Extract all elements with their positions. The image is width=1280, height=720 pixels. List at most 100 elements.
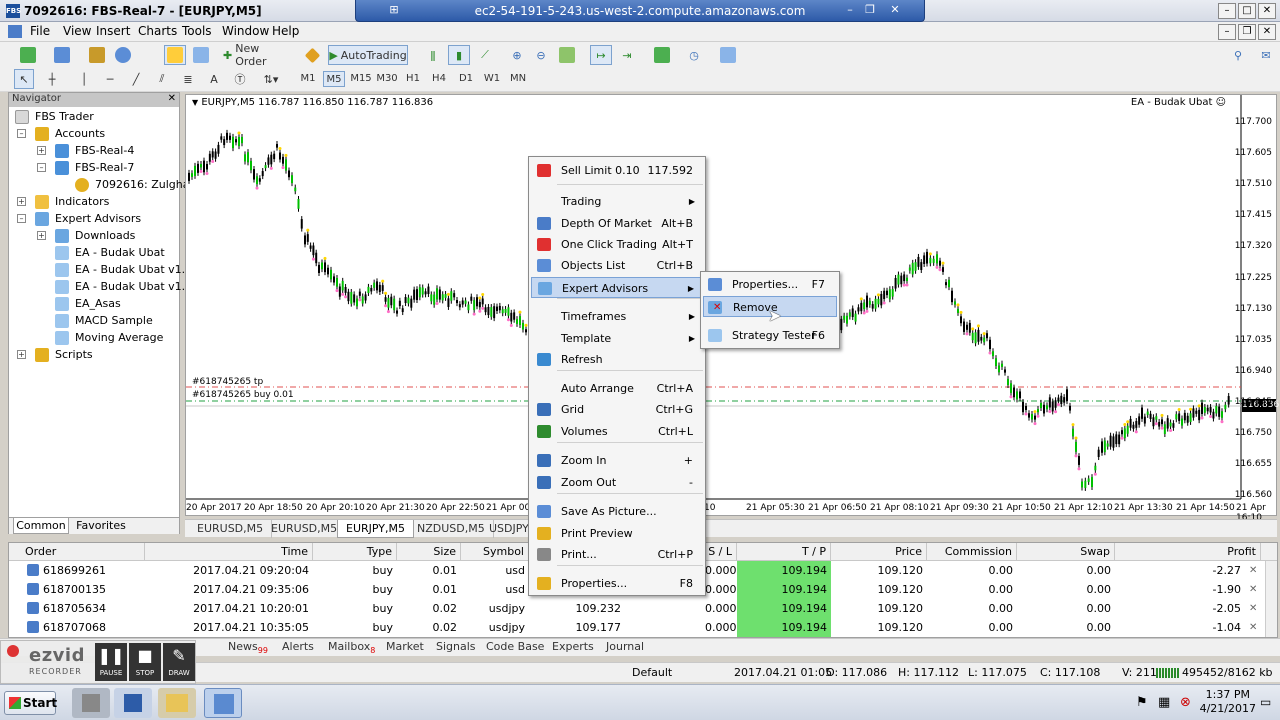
menu-print-preview[interactable]: Print Preview: [531, 523, 703, 544]
text-tool[interactable]: A: [204, 69, 224, 89]
periods-button[interactable]: ◷: [680, 45, 708, 65]
collapse-icon[interactable]: –: [17, 129, 26, 138]
taskbar-powershell[interactable]: [114, 688, 152, 718]
tf-m15[interactable]: M15: [349, 71, 373, 87]
profiles-button[interactable]: [48, 45, 76, 65]
tf-d1[interactable]: D1: [455, 71, 477, 87]
taskbar-explorer[interactable]: [158, 688, 196, 718]
menu-objects-list[interactable]: Objects List Ctrl+B: [531, 255, 703, 276]
col-type[interactable]: Type: [313, 543, 397, 561]
menu-insert[interactable]: Insert: [96, 24, 130, 38]
expand-icon[interactable]: +: [17, 350, 26, 359]
tf-h4[interactable]: H4: [428, 71, 450, 87]
tf-mn[interactable]: MN: [507, 71, 529, 87]
tab-mailbox[interactable]: Mailbox8: [328, 640, 375, 655]
menu-template[interactable]: Template ▶: [531, 328, 703, 349]
chart-shift-button[interactable]: ⇥: [616, 45, 638, 65]
col-tp[interactable]: T / P: [737, 543, 831, 561]
child-restore-button[interactable]: ❐: [1238, 24, 1256, 40]
expand-icon[interactable]: +: [37, 146, 46, 155]
zoom-in-button[interactable]: ⊕: [506, 45, 528, 65]
close-order-icon[interactable]: ✕: [1249, 580, 1257, 599]
collapse-icon[interactable]: –: [17, 214, 26, 223]
metaeditor-button[interactable]: [302, 45, 322, 65]
col-time[interactable]: Time: [145, 543, 313, 561]
table-row[interactable]: 618707068 2017.04.21 10:35:05 buy 0.02 usdjp…: [9, 618, 1265, 637]
tf-m1[interactable]: M1: [297, 71, 319, 87]
tab-favorites[interactable]: Favorites: [73, 518, 129, 534]
templates-button[interactable]: [714, 45, 742, 65]
tile-windows-button[interactable]: [556, 45, 578, 65]
navigator-close-icon[interactable]: ✕: [168, 93, 176, 104]
rdp-restore-icon[interactable]: ❐: [861, 3, 879, 17]
data-window-button[interactable]: [112, 45, 134, 65]
candlestick-button[interactable]: ▮: [448, 45, 470, 65]
rdp-close-icon[interactable]: ✕: [886, 3, 904, 17]
crosshair-tool[interactable]: ┼: [42, 69, 62, 89]
network-icon[interactable]: ▦: [1158, 695, 1170, 710]
market-watch-button[interactable]: [86, 45, 108, 65]
autotrading-button[interactable]: ▶ AutoTrading: [328, 45, 408, 65]
system-clock[interactable]: 1:37 PM 4/21/2017: [1200, 688, 1256, 716]
tab-market[interactable]: Market: [386, 640, 424, 653]
child-close-button[interactable]: ✕: [1258, 24, 1276, 40]
indicators-button[interactable]: [648, 45, 676, 65]
col-symbol[interactable]: Symbol: [461, 543, 529, 561]
tf-m5[interactable]: M5: [323, 71, 345, 87]
tf-w1[interactable]: W1: [481, 71, 503, 87]
col-sl[interactable]: S / L: [705, 543, 737, 561]
expand-icon[interactable]: +: [17, 197, 26, 206]
fibonacci-tool[interactable]: ≣: [178, 69, 198, 89]
tab-alerts[interactable]: Alerts: [282, 640, 314, 653]
col-size[interactable]: Size: [397, 543, 461, 561]
menu-help[interactable]: Help: [272, 24, 299, 38]
menu-trading[interactable]: Trading ▶: [531, 191, 703, 212]
col-order[interactable]: Order: [9, 543, 145, 561]
menu-grid[interactable]: Grid Ctrl+G: [531, 399, 703, 420]
menu-refresh[interactable]: Refresh: [531, 349, 703, 370]
menu-volumes[interactable]: Volumes Ctrl+L: [531, 421, 703, 442]
chart-tab[interactable]: EURUSD,M5: [263, 520, 347, 538]
col-profit[interactable]: Profit: [1115, 543, 1261, 561]
arrows-tool[interactable]: ⇅▾: [256, 69, 286, 89]
close-order-icon[interactable]: ✕: [1249, 561, 1257, 580]
status-profile[interactable]: Default: [632, 663, 672, 683]
maximize-button[interactable]: □: [1238, 3, 1256, 19]
zoom-out-button[interactable]: ⊖: [530, 45, 552, 65]
stop-button[interactable]: ■ STOP: [129, 643, 161, 681]
rdp-minimize-icon[interactable]: –: [841, 3, 859, 17]
text-label-tool[interactable]: Ⓣ: [230, 69, 250, 89]
new-order-button[interactable]: ✚ New Order: [222, 42, 294, 68]
flag-icon[interactable]: ⚑: [1136, 695, 1148, 710]
chat-button[interactable]: ✉: [1256, 45, 1276, 65]
trendline-tool[interactable]: ╱: [126, 69, 146, 89]
close-button[interactable]: ✕: [1258, 3, 1276, 19]
navigator-button[interactable]: [164, 45, 186, 65]
new-chart-button[interactable]: [14, 45, 42, 65]
bar-chart-button[interactable]: ǁ: [422, 45, 444, 65]
tab-code-base[interactable]: Code Base: [486, 640, 544, 653]
search-button[interactable]: ⚲: [1228, 45, 1248, 65]
menu-one-click-trading[interactable]: One Click Trading Alt+T: [531, 234, 703, 255]
terminal-button[interactable]: [190, 45, 212, 65]
vertical-line-tool[interactable]: │: [74, 69, 94, 89]
chart-tab[interactable]: EURUSD,M5: [189, 520, 273, 538]
menu-depth-of-market[interactable]: Depth Of Market Alt+B: [531, 213, 703, 234]
menu-print[interactable]: Print... Ctrl+P: [531, 544, 703, 565]
pause-button[interactable]: ❚❚ PAUSE: [95, 643, 127, 681]
menu-timeframes[interactable]: Timeframes ▶: [531, 306, 703, 327]
menu-strategy-tester[interactable]: Strategy Tester F6: [703, 325, 837, 346]
menu-charts[interactable]: Charts: [138, 24, 177, 38]
menu-sell-limit[interactable]: Sell Limit 0.10 117.592: [531, 160, 703, 181]
tab-common[interactable]: Common: [13, 518, 69, 534]
show-desktop-icon[interactable]: ▭: [1260, 695, 1271, 709]
menu-zoom-out[interactable]: Zoom Out -: [531, 472, 703, 493]
close-order-icon[interactable]: ✕: [1249, 618, 1257, 637]
menu-view[interactable]: View: [63, 24, 91, 38]
menu-expert-advisors[interactable]: Expert Advisors ▶: [531, 277, 703, 298]
close-order-icon[interactable]: ✕: [1249, 599, 1257, 618]
menu-properties[interactable]: Properties... F8: [531, 573, 703, 594]
menu-tools[interactable]: Tools: [182, 24, 212, 38]
tab-journal[interactable]: Journal: [606, 640, 644, 653]
chart-tab-active[interactable]: EURJPY,M5: [337, 520, 414, 538]
